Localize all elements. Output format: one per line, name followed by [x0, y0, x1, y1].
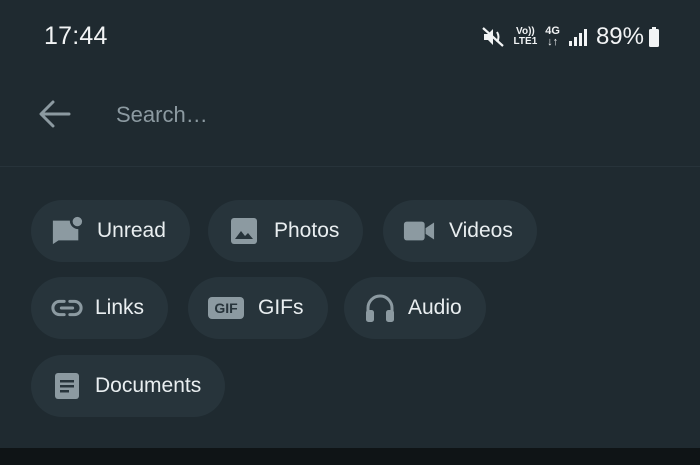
link-icon — [51, 292, 83, 324]
gif-icon: GIF — [208, 292, 244, 324]
battery-percent: 89% — [595, 23, 644, 50]
filter-chip-links[interactable]: Links — [31, 277, 169, 339]
mute-icon — [481, 26, 506, 48]
battery-icon — [648, 26, 660, 48]
filter-chip-documents[interactable]: Documents — [31, 355, 226, 417]
status-bar: 17:44 Vo)) LTE1 4G ↓↑ 89% — [0, 0, 700, 74]
filter-label: GIFs — [258, 296, 304, 319]
filter-label: Audio — [408, 296, 462, 319]
status-time: 17:44 — [44, 22, 108, 50]
filter-chip-photos[interactable]: Photos — [208, 200, 364, 262]
filter-label: Links — [95, 296, 145, 319]
filter-chip-unread[interactable]: Unread — [31, 200, 190, 262]
status-icons: Vo)) LTE1 4G ↓↑ 89% — [481, 22, 660, 52]
filter-label: Documents — [95, 374, 202, 397]
video-icon — [403, 215, 435, 247]
document-icon — [51, 370, 83, 402]
filter-chip-gifs[interactable]: GIF GIFs — [188, 277, 328, 339]
svg-text:GIF: GIF — [214, 300, 238, 316]
lte-label: LTE1 — [513, 36, 538, 47]
photo-icon — [228, 215, 260, 247]
filter-label: Videos — [449, 219, 513, 242]
unread-chat-icon — [51, 215, 83, 247]
screen: 17:44 Vo)) LTE1 4G ↓↑ 89% Search… Unread… — [0, 0, 700, 448]
filter-chip-audio[interactable]: Audio — [344, 277, 486, 339]
bottom-strip — [0, 448, 700, 465]
back-button[interactable] — [34, 96, 74, 136]
arrow-left-icon — [37, 99, 71, 134]
headphones-icon — [364, 292, 396, 324]
volte-icon: Vo)) LTE1 — [514, 27, 538, 47]
filter-label: Unread — [97, 219, 166, 242]
signal-icon — [568, 27, 588, 47]
network-4g-icon: 4G ↓↑ — [545, 26, 560, 48]
network-arrows-label: ↓↑ — [547, 36, 559, 48]
filter-chip-videos[interactable]: Videos — [383, 200, 537, 262]
search-header — [0, 74, 700, 167]
filter-label: Photos — [274, 219, 340, 242]
search-input[interactable] — [116, 98, 656, 132]
